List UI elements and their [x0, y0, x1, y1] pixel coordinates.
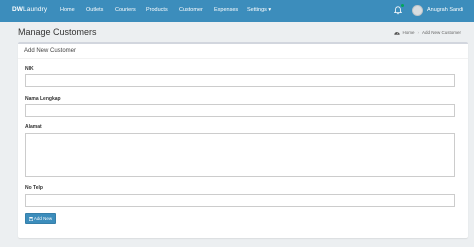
notification-dot: [401, 4, 404, 7]
brand-suffix: Laundry: [23, 6, 48, 13]
no-telp-input[interactable]: [25, 194, 455, 207]
breadcrumb: Home › Add New Customer: [394, 30, 461, 36]
nik-input[interactable]: [25, 74, 455, 87]
nama-lengkap-input[interactable]: [25, 104, 455, 117]
nav-item-couriers[interactable]: Couriers: [115, 7, 136, 13]
add-new-label: Add New: [33, 216, 53, 221]
nav-item-home[interactable]: Home: [60, 7, 75, 13]
box-title: Add New Customer: [24, 48, 77, 54]
bell-icon[interactable]: [394, 6, 402, 15]
page-title: Manage Customers: [18, 27, 97, 37]
nama-lengkap-label: Nama Lengkap: [25, 96, 61, 102]
nav-item-expenses[interactable]: Expenses: [214, 7, 238, 13]
add-new-button[interactable]: Add New: [25, 213, 56, 224]
brand-prefix: DW: [12, 6, 24, 13]
user-name[interactable]: Anugrah Sandi: [427, 7, 463, 13]
brand-logo[interactable]: DWLaundry: [12, 6, 47, 13]
nav-item-settings[interactable]: Settings ▾: [247, 7, 271, 13]
save-icon: [28, 216, 33, 221]
dashboard-icon: [394, 32, 401, 36]
nik-label: NIK: [25, 66, 34, 72]
nav-item-customer[interactable]: Customer: [179, 7, 203, 13]
breadcrumb-home[interactable]: Home: [402, 30, 414, 35]
no-telp-label: No Telp: [25, 185, 43, 191]
alamat-label: Alamat: [25, 124, 42, 130]
top-navbar: DWLaundry Home Outlets Couriers Products…: [0, 0, 474, 22]
box-header: Add New Customer: [18, 44, 468, 59]
nav-item-outlets[interactable]: Outlets: [86, 7, 103, 13]
avatar[interactable]: [412, 5, 423, 16]
alamat-textarea[interactable]: [25, 133, 455, 177]
breadcrumb-separator: ›: [417, 30, 419, 35]
nav-item-products[interactable]: Products: [146, 7, 168, 13]
breadcrumb-current: Add New Customer: [421, 30, 461, 35]
